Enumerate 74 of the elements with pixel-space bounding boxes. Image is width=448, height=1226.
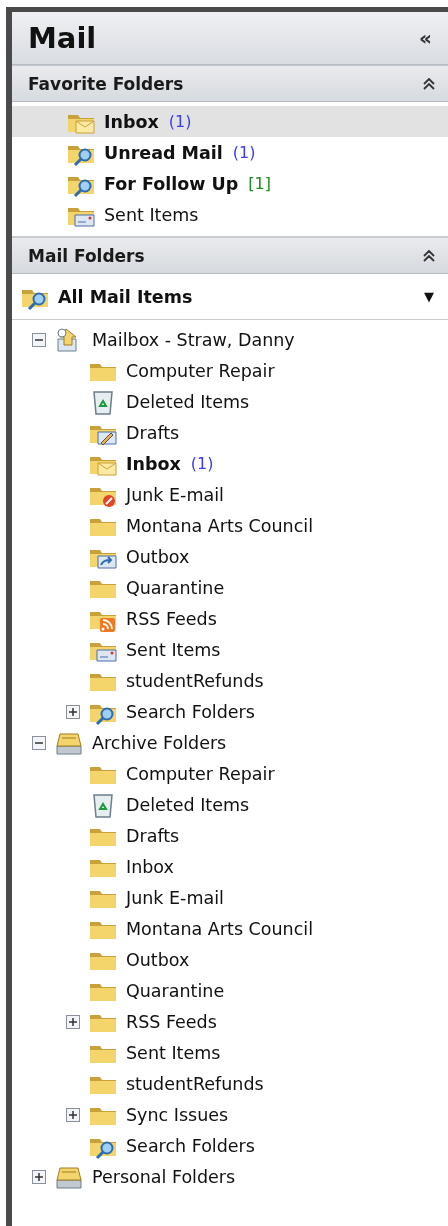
folder-name: RSS Feeds [126, 1011, 217, 1032]
section-header[interactable]: Favorite Folders [12, 65, 448, 102]
folder-name: Sent Items [126, 1042, 221, 1063]
folder-item[interactable]: Search Folders [12, 1130, 448, 1161]
folder-name: Computer Repair [126, 763, 275, 784]
folder-name: Inbox [126, 453, 181, 474]
folder-item[interactable]: Deleted Items [12, 789, 448, 820]
folder-name: Search Folders [126, 1135, 255, 1156]
folder-name: Computer Repair [126, 360, 275, 381]
folder-name: Drafts [126, 825, 180, 846]
folder-name: Deleted Items [126, 794, 250, 815]
folder-item[interactable]: Sent Items [12, 634, 448, 665]
folder-item[interactable]: Montana Arts Council [12, 913, 448, 944]
folder-name: Personal Folders [92, 1166, 236, 1187]
unread-count: (1) [190, 454, 214, 473]
folder-name: For Follow Up [104, 173, 239, 194]
folder-item[interactable]: Sent Items [12, 1037, 448, 1068]
folder-name: Junk E-mail [126, 484, 224, 505]
folder-name: Inbox [104, 111, 159, 132]
folder-name: Inbox [126, 856, 174, 877]
folder-item[interactable]: Junk E-mail [12, 882, 448, 913]
folder-name: studentRefunds [126, 670, 264, 691]
collapse-pane-button[interactable]: « [415, 26, 436, 50]
folder-item[interactable]: Search Folders [12, 696, 448, 727]
folder-name: Deleted Items [126, 391, 250, 412]
folder-item[interactable]: Quarantine [12, 572, 448, 603]
folder-item[interactable]: studentRefunds [12, 1068, 448, 1099]
favorite-folder-item[interactable]: Sent Items [12, 199, 448, 230]
folder-name: Junk E-mail [126, 887, 224, 908]
folder-item[interactable]: Deleted Items [12, 386, 448, 417]
folder-item[interactable]: Junk E-mail [12, 479, 448, 510]
folder-item[interactable]: RSS Feeds [12, 1006, 448, 1037]
folder-item[interactable]: Quarantine [12, 975, 448, 1006]
folder-item[interactable]: Personal Folders [12, 1161, 448, 1192]
folder-name: Quarantine [126, 980, 225, 1001]
folder-item[interactable]: Montana Arts Council [12, 510, 448, 541]
folder-name: RSS Feeds [126, 608, 217, 629]
folder-item[interactable]: Mailbox - Straw, Danny [12, 324, 448, 355]
folder-name: Sync Issues [126, 1104, 229, 1125]
folder-name: studentRefunds [126, 1073, 264, 1094]
folder-item[interactable]: Inbox [12, 851, 448, 882]
unread-count: [1] [248, 174, 271, 193]
folder-item[interactable]: Drafts [12, 417, 448, 448]
folder-name: Archive Folders [92, 732, 227, 753]
unread-count: (1) [232, 143, 256, 162]
folder-item[interactable]: Inbox (1) [12, 448, 448, 479]
folder-item[interactable]: Outbox [12, 944, 448, 975]
folder-name: Outbox [126, 949, 190, 970]
favorite-folder-item[interactable]: Inbox (1) [12, 106, 448, 137]
folder-item[interactable]: Outbox [12, 541, 448, 572]
folder-name: Montana Arts Council [126, 515, 314, 536]
folder-item[interactable]: Computer Repair [12, 355, 448, 386]
folder-item[interactable]: Archive Folders [12, 727, 448, 758]
folder-item[interactable]: studentRefunds [12, 665, 448, 696]
section-header[interactable]: Mail Folders [12, 237, 448, 274]
folder-name: Search Folders [126, 701, 255, 722]
folder-name: Mailbox - Straw, Danny [92, 329, 295, 350]
folder-name: Drafts [126, 422, 180, 443]
folder-name: Outbox [126, 546, 190, 567]
folder-item[interactable]: Drafts [12, 820, 448, 851]
folder-name: Sent Items [126, 639, 221, 660]
section-title: Mail Folders [28, 245, 145, 266]
unread-count: (1) [168, 112, 192, 131]
pane-title: Mail [28, 21, 97, 55]
folder-name: Sent Items [104, 204, 199, 225]
folder-item[interactable]: Sync Issues [12, 1099, 448, 1130]
folder-item[interactable]: RSS Feeds [12, 603, 448, 634]
folder-name: Quarantine [126, 577, 225, 598]
favorite-folder-item[interactable]: Unread Mail (1) [12, 137, 448, 168]
section-title: Favorite Folders [28, 73, 184, 94]
folder-name: Montana Arts Council [126, 918, 314, 939]
folder-item[interactable]: Computer Repair [12, 758, 448, 789]
favorite-folder-item[interactable]: For Follow Up [1] [12, 168, 448, 199]
folder-name: Unread Mail [104, 142, 223, 163]
